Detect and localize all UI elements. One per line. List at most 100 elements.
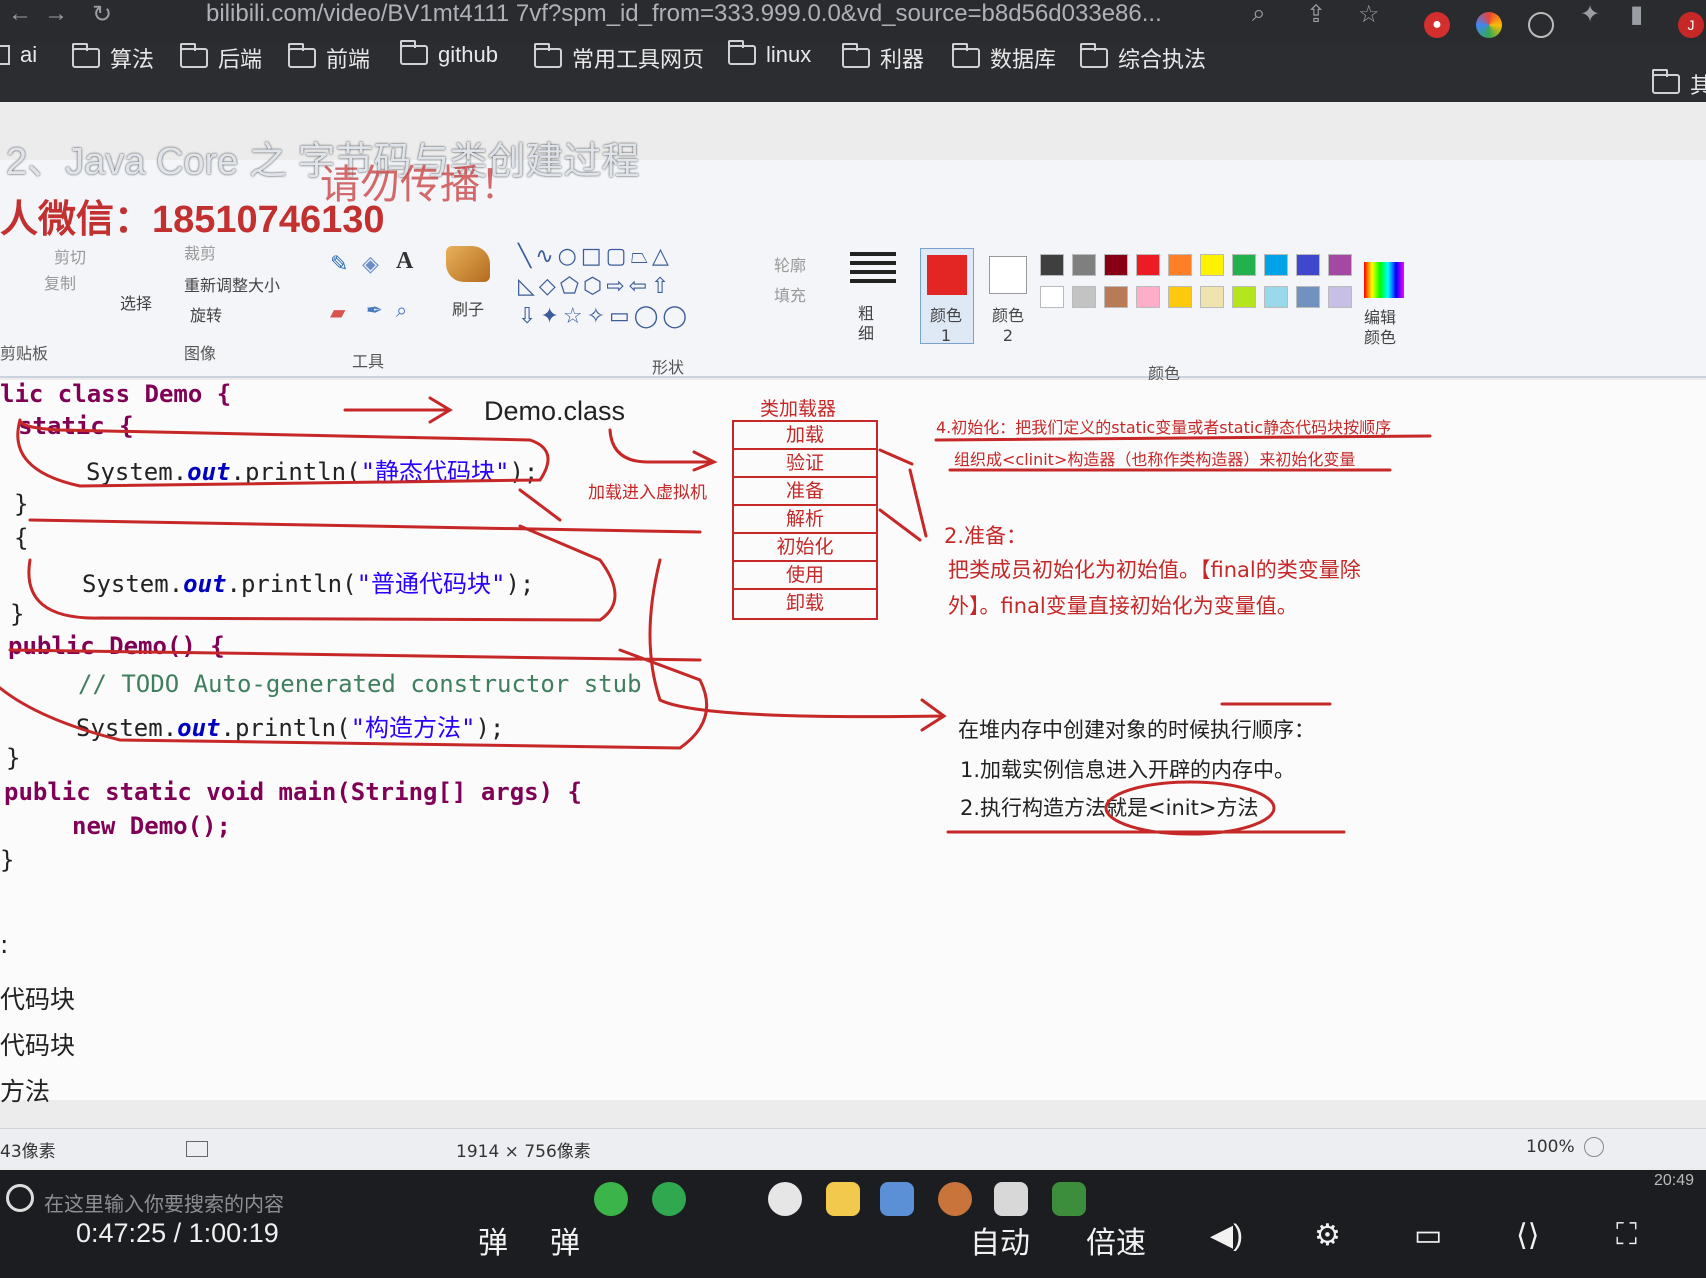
rotate-button[interactable]: 旋转 [190, 302, 222, 326]
danmaku-toggle[interactable]: 弹 [478, 1218, 508, 1262]
palette-swatch[interactable] [1264, 286, 1288, 308]
back-icon[interactable]: ← [8, 0, 32, 28]
danmaku-settings[interactable]: 弹 [550, 1218, 580, 1262]
palette-swatch[interactable] [1296, 286, 1320, 308]
resize-button[interactable]: 重新调整大小 [184, 272, 280, 296]
browser-icon[interactable] [652, 1182, 686, 1216]
code-line: new Demo(); [72, 812, 231, 840]
bookmark-tools2[interactable]: 利器 [842, 42, 924, 74]
cut-button[interactable]: 剪切 [54, 244, 86, 268]
speed-button[interactable]: 倍速 [1086, 1218, 1146, 1262]
app-icon[interactable] [768, 1182, 802, 1216]
address-bar[interactable]: bilibili.com/video/BV1mt4111 7vf?spm_id_… [206, 0, 1162, 28]
text-tool-icon[interactable]: A [396, 248, 413, 275]
load-into-vm-label: 加载进入虚拟机 [588, 483, 707, 503]
brush-icon[interactable] [446, 246, 490, 282]
bookmark-frontend[interactable]: 前端 [288, 42, 370, 74]
palette-swatch[interactable] [1104, 286, 1128, 308]
eraser-icon[interactable]: ▰ [330, 300, 345, 324]
palette-swatch[interactable] [1232, 254, 1256, 276]
edit-colors-button[interactable]: 编辑颜色 [1364, 308, 1400, 348]
bookmark-database[interactable]: 数据库 [952, 42, 1056, 74]
bookmark-github[interactable]: github [400, 40, 498, 68]
palette-swatch[interactable] [1168, 254, 1192, 276]
puzzle-icon[interactable]: ✦ [1580, 0, 1600, 29]
shapes-gallery[interactable]: ╲∿○□▢⏢△ [518, 244, 673, 269]
photos-icon[interactable] [994, 1182, 1028, 1216]
settings-app-icon[interactable] [938, 1182, 972, 1216]
magnifier-icon[interactable]: ⌕ [396, 298, 407, 322]
color-picker-icon[interactable]: ✒ [366, 298, 383, 322]
bookmark-backend[interactable]: 后端 [180, 42, 262, 74]
color1-label: 颜色 1 [929, 306, 962, 345]
bookmark-linux[interactable]: linux [728, 40, 811, 68]
fill-button[interactable]: 填充 [774, 282, 806, 306]
widescreen-icon[interactable]: ⟨⟩ [1516, 1218, 1539, 1253]
palette-swatch[interactable] [1104, 254, 1128, 276]
shapes-gallery-row3[interactable]: ⇩✦☆✧▭◯◯ [518, 304, 691, 329]
bookmark-enforcement[interactable]: 综合执法 [1080, 42, 1206, 74]
palette-swatch[interactable] [1328, 254, 1352, 276]
fill-bucket-icon[interactable]: ◈ [362, 252, 379, 277]
palette-swatch[interactable] [1072, 286, 1096, 308]
sidepanel-icon[interactable]: ▮ [1630, 0, 1643, 29]
volume-icon[interactable]: ◀) [1210, 1218, 1243, 1253]
init-note-line2: 组织成<clinit>构造器（也称作类构造器）来初始化变量 [954, 450, 1356, 469]
zoom-out-icon[interactable] [1584, 1137, 1604, 1157]
stage-load: 加载 [734, 422, 876, 450]
chrome-extension-icon[interactable] [1476, 12, 1502, 38]
copy-button[interactable]: 复制 [44, 270, 76, 294]
palette-swatch[interactable] [1072, 254, 1096, 276]
size-button[interactable]: 粗细 [858, 304, 882, 344]
palette-swatch[interactable] [1232, 286, 1256, 308]
outline-button[interactable]: 轮廓 [774, 252, 806, 276]
palette-swatch[interactable] [1136, 286, 1160, 308]
folder-icon [0, 45, 10, 65]
select-button[interactable]: 选择 [120, 290, 152, 314]
bookmark-tools[interactable]: 常用工具网页 [534, 42, 704, 74]
palette-swatch[interactable] [1168, 286, 1192, 308]
crop-button[interactable]: 裁剪 [184, 240, 216, 264]
palette-swatch[interactable] [1040, 286, 1064, 308]
class-loader-stages: 加载 验证 准备 解析 初始化 使用 卸载 [732, 420, 878, 620]
edit-colors-icon[interactable] [1364, 262, 1404, 298]
palette-swatch[interactable] [1136, 254, 1160, 276]
bookmark-ai[interactable]: ai [0, 42, 37, 68]
palette-swatch[interactable] [1328, 286, 1352, 308]
wechat-icon[interactable] [594, 1182, 628, 1216]
zoom-icon[interactable]: ⌕ [1252, 0, 1265, 28]
line-size-icon[interactable] [850, 252, 896, 286]
zoom-level: 100% [1526, 1137, 1575, 1157]
palette-swatch[interactable] [1264, 254, 1288, 276]
code-line: System.out.println("构造方法"); [76, 714, 505, 742]
taskbar-search-input[interactable]: 在这里输入你要搜索的内容 [44, 1188, 284, 1217]
group-clipboard: 剪贴板 [0, 344, 49, 363]
spreadsheet-icon[interactable] [1052, 1182, 1086, 1216]
avatar[interactable]: J [1678, 12, 1704, 38]
pencil-icon[interactable]: ✎ [330, 252, 348, 277]
forward-icon[interactable]: → [44, 0, 68, 28]
console-line: 方法 [0, 1077, 51, 1106]
extension-icon[interactable]: ● [1424, 12, 1450, 38]
reload-icon[interactable]: ↻ [92, 0, 112, 29]
stage-verify: 验证 [734, 450, 876, 478]
folder-icon [288, 43, 316, 68]
pip-icon[interactable]: ▭ [1414, 1218, 1442, 1253]
palette-swatch[interactable] [1040, 254, 1064, 276]
bookmark-algorithms[interactable]: 算法 [72, 42, 154, 74]
settings-gear-icon[interactable]: ⚙ [1314, 1218, 1341, 1253]
quality-button[interactable]: 自动 [970, 1218, 1030, 1262]
bookmark-other[interactable]: 其 [1652, 68, 1706, 100]
palette-swatch[interactable] [1200, 286, 1224, 308]
fullscreen-icon[interactable]: ⛶ [1616, 1218, 1637, 1252]
palette-swatch[interactable] [1200, 254, 1224, 276]
palette-swatch[interactable] [1296, 254, 1320, 276]
shapes-gallery-row2[interactable]: ◺◇⬠⬡⇨⇦⇧ [518, 274, 673, 299]
paint-icon[interactable] [880, 1182, 914, 1216]
file-explorer-icon[interactable] [826, 1182, 860, 1216]
bookmark-star-icon[interactable]: ☆ [1358, 0, 1380, 29]
share-icon[interactable]: ⇪ [1306, 0, 1326, 29]
reader-icon[interactable] [1528, 12, 1554, 38]
heap-title: 在堆内存中创建对象的时候执行顺序： [958, 718, 1315, 742]
stage-prepare: 准备 [734, 478, 876, 506]
